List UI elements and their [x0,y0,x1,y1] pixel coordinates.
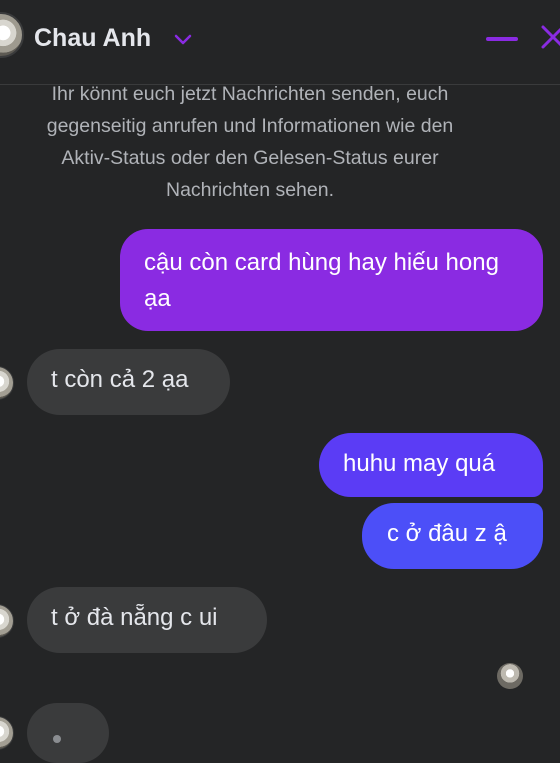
intro-line: Nachrichten sehen. [165,179,335,201]
chevron-down-icon[interactable] [172,28,194,50]
intro-line: Aktiv-Status oder den Gelesen-Status eur… [61,147,439,169]
outgoing-message[interactable]: huhu may quá [319,433,543,497]
seen-avatar-icon [497,663,523,689]
chat-intro-text: Ihr könnt euch jetzt Nachrichten senden,… [0,78,510,206]
contact-avatar-small [0,716,14,750]
contact-name[interactable]: Chau Anh [34,24,151,53]
minimize-icon[interactable] [486,36,518,42]
intro-line: gegenseitig anrufen und Informationen wi… [46,115,454,137]
contact-avatar-small [0,604,14,638]
outgoing-message[interactable]: cậu còn card hùng hay hiếu hong ạa [120,229,543,331]
incoming-message[interactable]: t còn cả 2 ạa [27,349,230,415]
typing-indicator [27,703,109,763]
outgoing-message[interactable]: c ở đâu z ậ [362,503,543,569]
incoming-message[interactable]: t ở đà nẵng c ui [27,587,267,653]
contact-avatar[interactable] [0,12,24,58]
close-icon[interactable] [538,22,560,52]
contact-avatar-small [0,366,14,400]
chat-header: Chau Anh [0,0,560,85]
